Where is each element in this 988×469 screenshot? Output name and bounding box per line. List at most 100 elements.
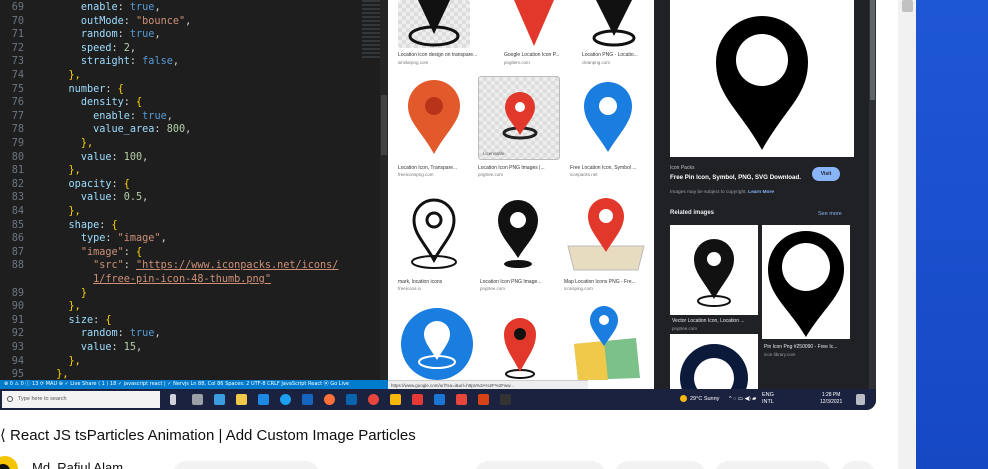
app-icon[interactable] [390, 394, 401, 405]
result-thumbnail[interactable] [564, 304, 646, 380]
see-more-link[interactable]: See more [818, 211, 842, 217]
line-number: 84 [11, 206, 24, 217]
result-thumbnail[interactable] [480, 190, 556, 274]
mail-icon[interactable] [302, 394, 313, 405]
image-result[interactable]: Google Location Icon P... pngitem.com [504, 0, 564, 70]
code-value: false [142, 56, 173, 68]
store-icon[interactable] [258, 394, 269, 405]
skype-icon[interactable] [434, 394, 445, 405]
subscribe-button[interactable] [172, 461, 320, 469]
editor-scrollbar[interactable] [380, 0, 388, 380]
vscode-icon[interactable] [346, 394, 357, 405]
chrome-icon[interactable] [368, 394, 379, 405]
taskbar-clock[interactable]: 1:28 PM 12/3/2021 [820, 392, 842, 406]
result-caption[interactable]: mark, location icons [398, 279, 470, 285]
weather-text[interactable]: 29°C Sunny [690, 396, 719, 402]
line-number: 83 [11, 192, 24, 204]
code-key: shape [68, 219, 100, 231]
image-results-grid: Location icon design on transpare... sim… [388, 0, 654, 389]
result-caption[interactable]: Map Location Icons PNG - Fre... [564, 279, 648, 285]
image-result[interactable] [564, 304, 646, 380]
visit-button[interactable]: Visit [812, 167, 840, 181]
browser-window: Location icon design on transpare... sim… [388, 0, 876, 410]
code-value: }, [68, 355, 81, 367]
tray-icons[interactable]: ^ ◌ ▭ ◀) ▰ [729, 396, 756, 402]
preview-site-name[interactable]: Icon Packs [670, 165, 694, 171]
page-scrollbar[interactable] [898, 0, 916, 469]
result-caption[interactable]: Location PNG - Locatio... [582, 52, 654, 58]
result-thumbnail[interactable] [504, 0, 564, 48]
result-caption[interactable]: Location icon design on transpare... [398, 52, 498, 58]
result-thumbnail[interactable] [570, 76, 646, 160]
code-punctuation: , [166, 110, 173, 122]
channel-name[interactable]: Md. Rafiul Alam [32, 460, 123, 469]
image-result[interactable]: Location Icon PNG Image... pngtree.com [480, 190, 556, 291]
image-result[interactable]: Licensable Location Icon PNG Images |...… [478, 76, 560, 177]
app-icon[interactable] [478, 394, 489, 405]
image-result[interactable]: Location Icon, Transpare... freeiconspng… [398, 76, 470, 177]
terminal-icon[interactable] [500, 394, 511, 405]
widgets-icon[interactable] [214, 394, 225, 405]
preview-scrollbar-thumb[interactable] [870, 0, 875, 100]
taskbar-search-input[interactable]: Type here to search [2, 391, 160, 408]
preview-title[interactable]: Free Pin Icon, Symbol, PNG, SVG Download… [670, 174, 801, 181]
result-thumbnail[interactable] [398, 0, 470, 48]
task-view-icon[interactable] [192, 394, 203, 405]
result-thumbnail[interactable] [582, 0, 646, 48]
edge-icon[interactable] [280, 394, 291, 405]
image-result[interactable]: Location icon design on transpare... sim… [398, 0, 477, 70]
app-icon[interactable] [456, 394, 467, 405]
result-caption[interactable]: Google Location Icon P... [504, 52, 576, 58]
page-root: 69 70 71 72 73 74 75 76 77 78 79 80 81 82 83 84 85 86 87 88… [0, 0, 988, 469]
video-title: React JS tsParticles Animation | Add Cus… [10, 427, 416, 444]
result-thumbnail[interactable]: Licensable [478, 76, 560, 160]
related-image[interactable] [670, 334, 758, 410]
result-caption[interactable]: Location Icon PNG Image... [480, 279, 556, 285]
code-line: value_area: 800, [44, 124, 191, 135]
related-image[interactable] [670, 225, 758, 315]
code-punctuation: , [142, 192, 149, 204]
channel-avatar[interactable] [0, 456, 18, 469]
file-explorer-icon[interactable] [236, 394, 247, 405]
image-result[interactable]: Free Location Icon, Symbol ... iconpacks… [570, 76, 646, 177]
image-result[interactable]: Location PNG - Locatio... cleanpng.com [582, 0, 646, 70]
opera-icon[interactable] [412, 394, 423, 405]
code-line: type: "image", [44, 233, 167, 244]
related-caption[interactable]: Pin Icon Png #250090 - Free Ic... [764, 344, 850, 350]
result-caption[interactable]: Location Icon PNG Images |... [478, 165, 560, 171]
more-actions-button[interactable] [840, 461, 876, 469]
download-button[interactable] [714, 461, 832, 469]
result-thumbnail[interactable] [564, 190, 648, 274]
result-caption[interactable]: Free Location Icon, Symbol ... [570, 165, 646, 171]
result-thumbnail[interactable] [398, 76, 470, 160]
image-result[interactable]: Map Location Icons PNG - Fre... iconspin… [564, 190, 648, 291]
line-number: 81 [11, 165, 24, 177]
result-source: iconsping.com [564, 286, 593, 291]
image-result[interactable] [484, 304, 556, 380]
line-number: 70 [11, 15, 24, 27]
code-key: speed [80, 42, 112, 54]
image-result[interactable]: mark, location icons freeicons.io [398, 190, 470, 291]
related-image[interactable] [762, 225, 850, 339]
editor-scrollbar-thumb[interactable] [381, 95, 387, 155]
learn-more-link[interactable]: Learn More [748, 190, 774, 195]
page-scrollbar-thumb[interactable] [902, 0, 913, 12]
notification-icon[interactable] [856, 394, 865, 405]
related-caption[interactable]: Vector Location Icon, Location ... [672, 318, 758, 324]
preview-image[interactable] [670, 0, 854, 157]
like-dislike-button[interactable] [474, 461, 606, 469]
pin-icon [504, 318, 536, 379]
result-caption[interactable]: Location Icon, Transpare... [398, 165, 470, 171]
result-thumbnail[interactable] [398, 190, 470, 274]
firefox-icon[interactable] [324, 394, 335, 405]
language-indicator[interactable]: ENG INTL [762, 392, 774, 406]
code-line: opacity: { [44, 179, 130, 190]
share-button[interactable] [614, 461, 706, 469]
result-thumbnail[interactable] [484, 304, 556, 380]
start-icon[interactable] [170, 394, 176, 405]
video-player[interactable]: 69 70 71 72 73 74 75 76 77 78 79 80 81 82 83 84 85 86 87 88… [0, 0, 876, 410]
result-thumbnail[interactable] [398, 304, 476, 380]
image-result[interactable] [398, 304, 476, 380]
